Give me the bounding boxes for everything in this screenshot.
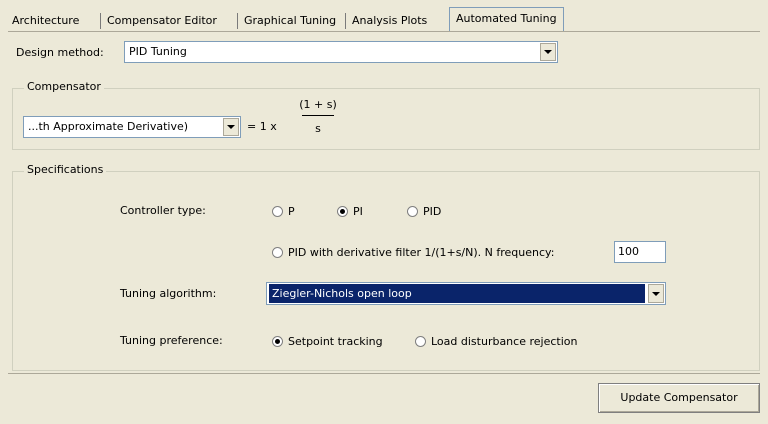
controller-type-pi-radio[interactable]: PI [337, 203, 363, 219]
radio-label: PID [423, 204, 442, 218]
compensator-structure-value: ...th Approximate Derivative) [28, 120, 189, 133]
tab-separator [100, 13, 101, 29]
fraction-bar [302, 115, 334, 116]
radio-label: Setpoint tracking [288, 334, 383, 348]
radio-checked-icon [337, 205, 348, 217]
tab-compensator-editor[interactable]: Compensator Editor [107, 11, 217, 31]
compensator-structure-dropdown[interactable]: ...th Approximate Derivative) [23, 116, 241, 138]
tab-automated-tuning[interactable]: Automated Tuning [449, 7, 564, 32]
chevron-down-icon[interactable] [223, 118, 239, 136]
radio-unchecked-icon [272, 246, 283, 258]
controller-type-pid-radio[interactable]: PID [407, 203, 441, 219]
divider [8, 373, 760, 374]
tuning-preference-label: Tuning preference: [120, 334, 223, 347]
design-method-label: Design method: [16, 46, 104, 59]
n-frequency-input[interactable]: 100 [614, 241, 666, 263]
controller-type-p-radio[interactable]: P [272, 203, 295, 219]
design-method-dropdown[interactable]: PID Tuning [124, 41, 558, 63]
specifications-group-title: Specifications [24, 163, 107, 176]
setpoint-tracking-radio[interactable]: Setpoint tracking [272, 333, 383, 349]
tuning-algorithm-label: Tuning algorithm: [120, 287, 217, 300]
radio-label: P [288, 204, 295, 218]
radio-label: PI [353, 204, 363, 218]
load-disturbance-rejection-radio[interactable]: Load disturbance rejection [415, 333, 577, 349]
update-compensator-button[interactable]: Update Compensator [598, 383, 760, 413]
radio-label: PID with derivative filter 1/(1+s/N). N … [288, 245, 555, 259]
equation-prefix: = 1 x [247, 120, 277, 133]
radio-unchecked-icon [407, 205, 418, 217]
transfer-function: (1 + s) s [298, 98, 338, 136]
controller-type-label: Controller type: [120, 204, 206, 217]
tab-architecture[interactable]: Architecture [12, 11, 79, 31]
compensator-group-title: Compensator [24, 80, 104, 93]
tab-separator [237, 13, 238, 29]
chevron-down-icon[interactable] [648, 284, 664, 303]
radio-unchecked-icon [272, 205, 283, 217]
tuning-algorithm-value: Ziegler-Nichols open loop [269, 284, 645, 303]
controller-type-pid-filter-radio[interactable]: PID with derivative filter 1/(1+s/N). N … [272, 244, 554, 260]
radio-label: Load disturbance rejection [431, 334, 578, 348]
tab-analysis-plots[interactable]: Analysis Plots [352, 11, 427, 31]
tuning-algorithm-dropdown[interactable]: Ziegler-Nichols open loop [266, 282, 666, 305]
chevron-down-icon[interactable] [540, 43, 556, 61]
radio-checked-icon [272, 335, 283, 347]
tab-separator [345, 13, 346, 29]
transfer-denominator: s [315, 122, 321, 135]
radio-unchecked-icon [415, 335, 426, 347]
transfer-numerator: (1 + s) [299, 98, 337, 111]
tab-graphical-tuning[interactable]: Graphical Tuning [244, 11, 336, 31]
design-method-value: PID Tuning [129, 45, 187, 58]
